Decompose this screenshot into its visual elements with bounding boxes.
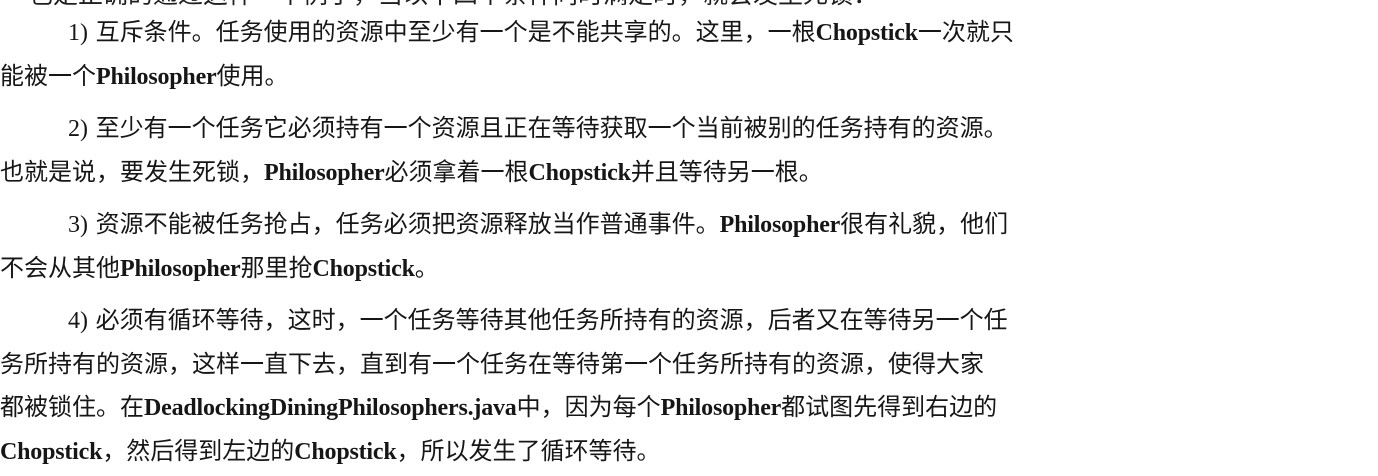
condition-3-line-2: 不会从其他Philosopher那里抢Chopstick。 xyxy=(0,254,439,282)
condition-number: 1) xyxy=(68,20,88,46)
condition-number: 4) xyxy=(68,308,88,334)
condition-number: 2) xyxy=(68,116,88,142)
code-term: DeadlockingDiningPhilosophers.java xyxy=(144,395,517,421)
code-term: Philosopher xyxy=(660,395,782,421)
condition-4-line-1: 4) 必须有循环等待，这时，一个任务等待其他任务所持有的资源，后者又在等待另一个… xyxy=(68,306,1008,334)
condition-4-line-2: 务所持有的资源，这样一直下去，直到有一个任务在等待第一个任务所持有的资源，使得大… xyxy=(0,350,984,378)
condition-1-line-2: 能被一个Philosopher使用。 xyxy=(0,62,289,90)
condition-2-line-2: 也就是说，要发生死锁，Philosopher必须拿着一根Chopstick并且等… xyxy=(0,158,823,186)
condition-number: 3) xyxy=(68,212,88,238)
code-term: Philosopher xyxy=(96,64,217,90)
code-term: Philosopher xyxy=(264,160,385,186)
code-term: Chopstick xyxy=(0,439,103,465)
condition-4-line-4: Chopstick，然后得到左边的Chopstick，所以发生了循环等待。 xyxy=(0,437,661,465)
condition-4-paragraph: 4) 必须有循环等待，这时，一个任务等待其他任务所持有的资源，后者又在等待另一个… xyxy=(0,299,1372,474)
condition-3-paragraph: 3) 资源不能被任务抢占，任务必须把资源释放当作普通事件。Philosopher… xyxy=(0,203,1372,291)
document-page: 也是正确的通过这样一个例子，当以下四个条件同时满足时，就会发生死锁： 1) 互斥… xyxy=(0,0,1378,476)
condition-2-line-1: 2) 至少有一个任务它必须持有一个资源且正在等待获取一个当前被别的任务持有的资源… xyxy=(68,114,1008,142)
code-term: Chopstick xyxy=(528,160,631,186)
code-term: Philosopher xyxy=(719,212,841,238)
condition-3-line-1: 3) 资源不能被任务抢占，任务必须把资源释放当作普通事件。Philosopher… xyxy=(68,210,1009,238)
code-term: Chopstick xyxy=(815,20,918,46)
condition-2-paragraph: 2) 至少有一个任务它必须持有一个资源且正在等待获取一个当前被别的任务持有的资源… xyxy=(0,107,1372,195)
code-term: Philosopher xyxy=(120,256,241,282)
condition-1-line-1: 1) 互斥条件。任务使用的资源中至少有一个是不能共享的。这里，一根Chopsti… xyxy=(68,18,1014,46)
condition-1-paragraph: 1) 互斥条件。任务使用的资源中至少有一个是不能共享的。这里，一根Chopsti… xyxy=(0,11,1372,99)
code-term: Chopstick xyxy=(294,439,397,465)
code-term: Chopstick xyxy=(312,256,415,282)
condition-4-line-3: 都被锁住。在DeadlockingDiningPhilosophers.java… xyxy=(0,393,998,421)
